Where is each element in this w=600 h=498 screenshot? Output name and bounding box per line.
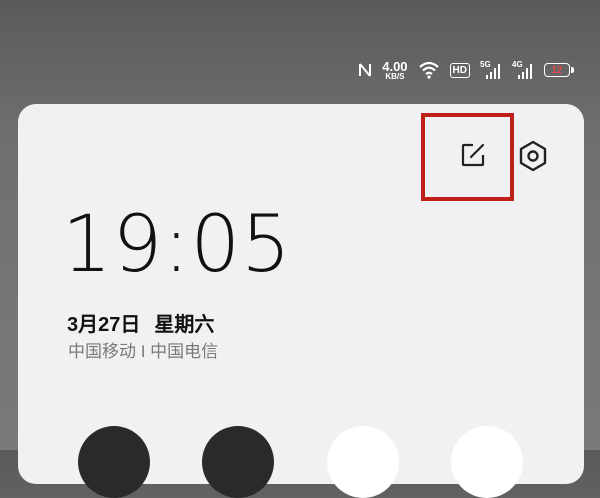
quick-toggle-3[interactable] xyxy=(327,426,399,498)
nfc-icon xyxy=(358,62,372,78)
battery-level: 12 xyxy=(551,64,563,76)
edit-icon xyxy=(461,143,485,167)
network-speed: 4.00 KB/S xyxy=(382,60,407,81)
clock-time: 19:05 xyxy=(62,200,292,290)
settings-icon xyxy=(519,140,547,172)
battery-icon: 12 xyxy=(544,63,574,77)
network-speed-unit: KB/S xyxy=(385,71,405,81)
status-bar: 4.00 KB/S HD 5G 4G 12 xyxy=(358,55,574,85)
quick-toggle-1[interactable] xyxy=(78,426,150,498)
weekday-label: 星期六 xyxy=(154,314,215,336)
signal-5g: 5G xyxy=(480,60,502,80)
quick-toggle-4[interactable] xyxy=(451,426,523,498)
hd-badge: HD xyxy=(449,62,470,78)
date-label: 3月27日 xyxy=(67,314,141,336)
network-speed-value: 4.00 xyxy=(382,58,408,74)
settings-button[interactable] xyxy=(515,138,551,174)
signal-4g-label: 4G xyxy=(512,60,523,69)
quick-toggle-2[interactable] xyxy=(202,426,274,498)
date-row: 3月27日 星期六 xyxy=(67,308,214,337)
signal-5g-label: 5G xyxy=(480,60,491,69)
carrier-label: 中国移动 I 中国电信 xyxy=(68,342,219,361)
wifi-icon xyxy=(418,61,440,79)
signal-4g: 4G xyxy=(512,60,534,80)
edit-button[interactable] xyxy=(456,138,490,172)
